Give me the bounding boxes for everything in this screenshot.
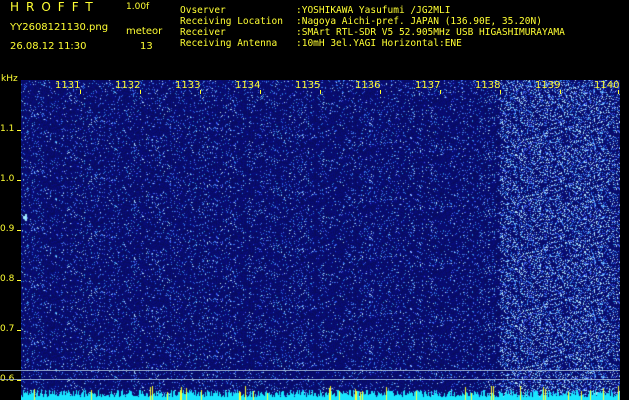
- x-tick-mark: [320, 90, 321, 94]
- info-row-observer: Ovserver :YOSHIKAWA Yasufumi /JG2MLI: [180, 5, 565, 16]
- x-tick-label: 1131: [55, 80, 81, 91]
- date-time: 26.08.12 11:30: [10, 41, 87, 52]
- x-tick-mark: [140, 90, 141, 94]
- x-tick-mark: [200, 90, 201, 94]
- y-tick-mark: [17, 130, 21, 131]
- y-tick-label: 1.1: [0, 124, 15, 134]
- y-tick-label: 1.0: [0, 174, 15, 184]
- right-margin: [620, 72, 629, 400]
- x-tick-mark: [560, 90, 561, 94]
- file-name: YY2608121130.png: [10, 22, 109, 33]
- x-tick-label: 1134: [235, 80, 261, 91]
- x-tick-mark: [80, 90, 81, 94]
- x-tick-label: 1133: [175, 80, 201, 91]
- y-tick-mark: [17, 380, 21, 381]
- spectrogram-canvas: [21, 80, 620, 400]
- info-key: Receiver: [180, 27, 226, 38]
- x-tick-label: 1135: [295, 80, 321, 91]
- info-key: Receiving Location: [180, 16, 283, 27]
- y-tick-mark: [17, 180, 21, 181]
- x-tick-mark: [440, 90, 441, 94]
- y-tick-label: 0.7: [0, 324, 15, 334]
- x-tick-mark: [380, 90, 381, 94]
- x-tick-label: 1140: [594, 80, 620, 91]
- y-tick-mark: [17, 280, 21, 281]
- x-tick-label: 1138: [475, 80, 501, 91]
- x-tick-label: 1136: [355, 80, 381, 91]
- x-tick-label: 1132: [115, 80, 141, 91]
- app-logo: HROFFT: [10, 0, 100, 14]
- info-value: :SMArt RTL-SDR V5 52.905MHz USB HIGASHIM…: [296, 27, 565, 38]
- x-tick-mark: [618, 90, 619, 94]
- info-value: :Nagoya Aichi-pref. JAPAN (136.90E, 35.2…: [296, 16, 542, 27]
- station-info: Ovserver :YOSHIKAWA Yasufumi /JG2MLI Rece…: [180, 5, 565, 49]
- info-row-location: Receiving Location :Nagoya Aichi-pref. JA…: [180, 16, 565, 27]
- info-key: Receiving Antenna: [180, 38, 278, 49]
- info-key: Ovserver: [180, 5, 226, 16]
- y-axis-unit: kHz: [1, 74, 18, 84]
- y-tick-label: 0.9: [0, 224, 15, 234]
- reference-line: [0, 379, 620, 380]
- y-tick-mark: [17, 330, 21, 331]
- y-tick-label: 0.8: [0, 274, 15, 284]
- x-tick-label: 1139: [535, 80, 561, 91]
- y-tick-mark: [17, 230, 21, 231]
- x-tick-mark: [260, 90, 261, 94]
- info-value: :10mH 3el.YAGI Horizontal:ENE: [296, 38, 462, 49]
- header-panel: HROFFT 1.00f YY2608121130.png meteor 26.…: [0, 0, 629, 72]
- meteor-count: 13: [140, 41, 153, 52]
- info-row-antenna: Receiving Antenna :10mH 3el.YAGI Horizont…: [180, 38, 565, 49]
- info-value: :YOSHIKAWA Yasufumi /JG2MLI: [296, 5, 451, 16]
- x-tick-label: 1137: [415, 80, 441, 91]
- info-row-receiver: Receiver :SMArt RTL-SDR V5 52.905MHz USB …: [180, 27, 565, 38]
- x-tick-mark: [500, 90, 501, 94]
- app-version: 1.00f: [126, 2, 150, 12]
- meteor-label: meteor: [126, 26, 163, 37]
- reference-line: [0, 370, 620, 371]
- y-axis: [0, 72, 21, 400]
